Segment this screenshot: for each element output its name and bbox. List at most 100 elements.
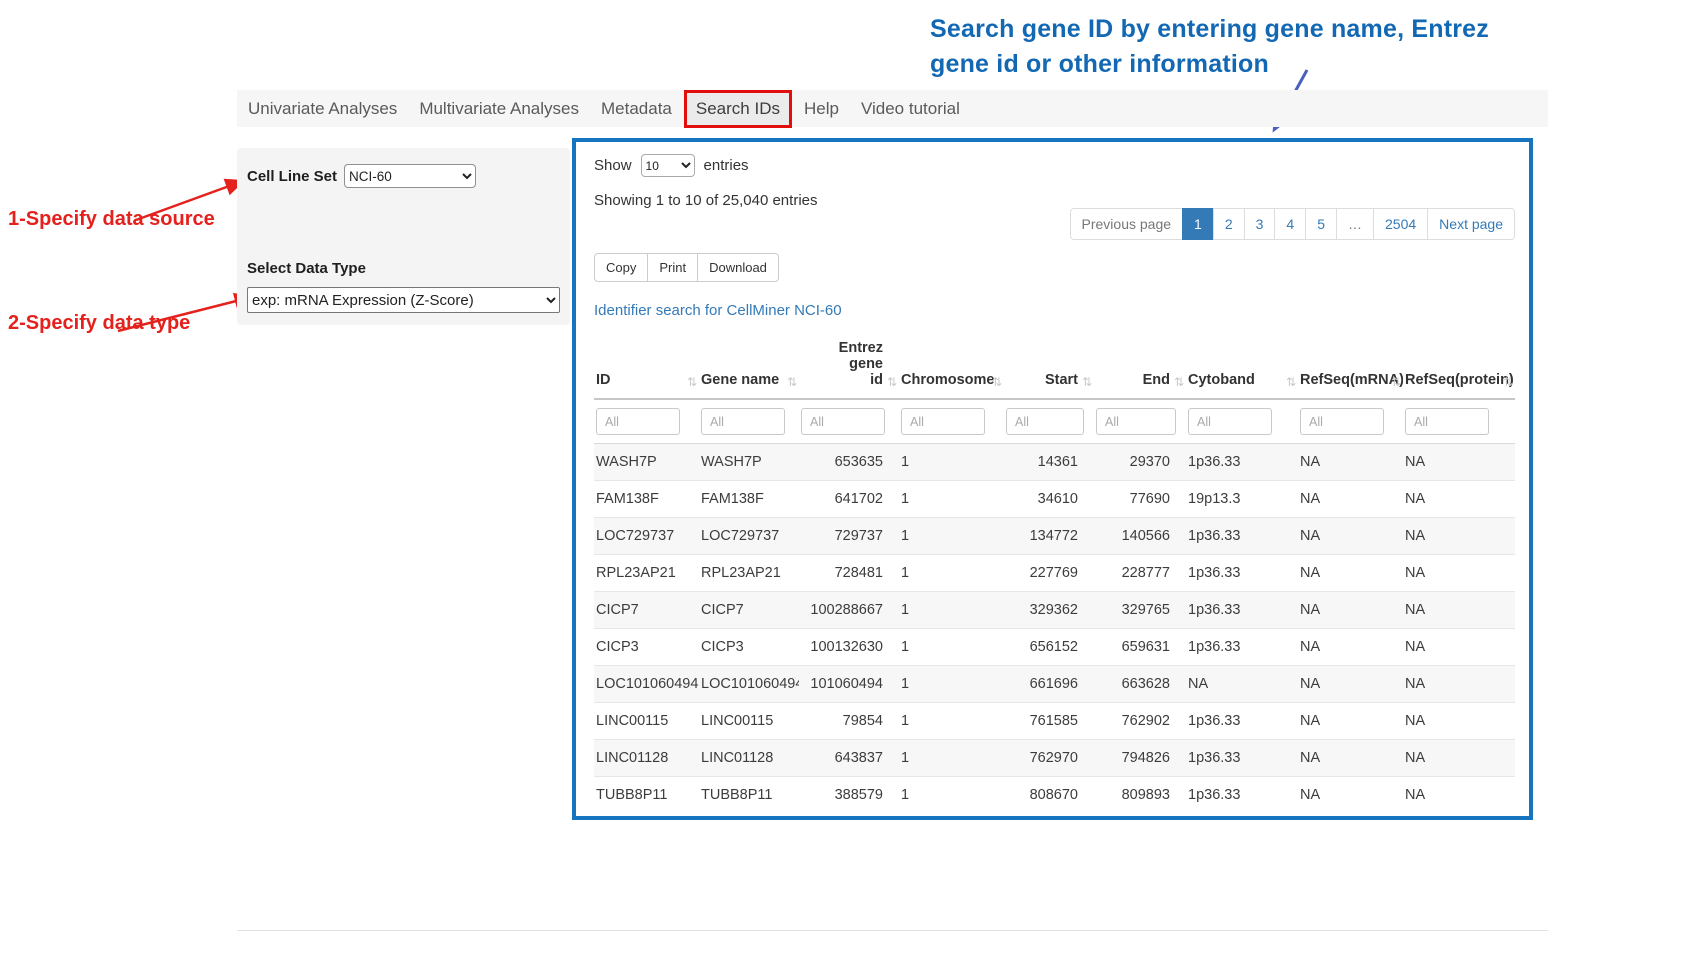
column-header-cytoband[interactable]: Cytoband⇅ [1186,334,1298,399]
copy-button[interactable]: Copy [594,253,648,282]
sort-icon[interactable]: ⇅ [1503,375,1513,389]
column-header-id[interactable]: ID⇅ [594,334,699,399]
filter-input-chromosome[interactable] [901,408,985,435]
cell-line-set-label: Cell Line Set [247,168,337,185]
cell-refseq-protein: NA [1403,629,1515,666]
table-row: RPL23AP21RPL23AP2172848112277692287771p3… [594,555,1515,592]
cell-gene-name: TUBB8P11 [699,777,799,814]
pagination: Previous page12345…2504Next page [1070,208,1515,240]
column-header-refseq-protein[interactable]: RefSeq(protein)⇅ [1403,334,1515,399]
page-button-3[interactable]: 3 [1244,208,1276,240]
filter-input-gene-name[interactable] [701,408,785,435]
annotation-step1: 1-Specify data source [8,208,215,231]
cell-gene-name: LINC01128 [699,740,799,777]
column-header-start[interactable]: Start⇅ [1004,334,1094,399]
filter-input-entrez-gene-id[interactable] [801,408,885,435]
nav-item-univariate-analyses[interactable]: Univariate Analyses [237,91,408,127]
table-row: LOC101060494LOC1010604941010604941661696… [594,666,1515,703]
cell-entrez-gene-id: 100132630 [799,629,899,666]
page-button-1[interactable]: 1 [1182,208,1214,240]
page-button-2504[interactable]: 2504 [1373,208,1428,240]
navbar: Univariate AnalysesMultivariate Analyses… [237,90,1548,127]
page-button-5[interactable]: 5 [1305,208,1337,240]
cell-start: 761585 [1004,703,1094,740]
sort-icon[interactable]: ⇅ [1286,375,1296,389]
cell-cytoband: 1p36.33 [1186,592,1298,629]
cell-end: 663628 [1094,666,1186,703]
nav-item-video-tutorial[interactable]: Video tutorial [850,91,971,127]
cell-refseq-protein: NA [1403,481,1515,518]
sort-icon[interactable]: ⇅ [992,375,1002,389]
cell-entrez-gene-id: 100288667 [799,592,899,629]
cell-id: WASH7P [594,444,699,481]
cell-entrez-gene-id: 101060494 [799,666,899,703]
column-header-gene-name[interactable]: Gene name⇅ [699,334,799,399]
sort-icon[interactable]: ⇅ [687,375,697,389]
annotation-search-note-line1: Search gene ID by entering gene name, En… [930,12,1489,47]
page-button-4[interactable]: 4 [1274,208,1306,240]
cell-end: 659631 [1094,629,1186,666]
cell-end: 228777 [1094,555,1186,592]
cell-end: 809893 [1094,777,1186,814]
cell-entrez-gene-id: 643837 [799,740,899,777]
gene-table-header-row: ID⇅Gene name⇅Entrez gene id⇅Chromosome⇅S… [594,334,1515,399]
print-button[interactable]: Print [647,253,698,282]
table-row: CICP7CICP710028866713293623297651p36.33N… [594,592,1515,629]
filter-input-cytoband[interactable] [1188,408,1272,435]
table-row: LINC01128LINC0112864383717629707948261p3… [594,740,1515,777]
pagination-ellipsis: … [1336,208,1374,240]
filter-input-refseq-mrna[interactable] [1300,408,1384,435]
showing-entries-text: Showing 1 to 10 of 25,040 entries [594,192,1511,209]
filter-input-id[interactable] [596,408,680,435]
cell-gene-name: RPL23AP21 [699,555,799,592]
annotation-step2: 2-Specify data type [8,312,190,335]
cell-id: LOC101060494 [594,666,699,703]
identifier-search-link[interactable]: Identifier search for CellMiner NCI-60 [594,302,842,319]
cell-gene-name: FAM138F [699,481,799,518]
filter-cell-entrez-gene-id [799,399,899,444]
download-button[interactable]: Download [697,253,779,282]
column-header-end[interactable]: End⇅ [1094,334,1186,399]
nav-item-search-ids[interactable]: Search IDs [684,90,792,128]
nav-item-metadata[interactable]: Metadata [590,91,683,127]
filter-input-start[interactable] [1006,408,1084,435]
filter-cell-refseq-protein [1403,399,1515,444]
nav-item-help[interactable]: Help [793,91,850,127]
filter-cell-end [1094,399,1186,444]
cell-refseq-mrna: NA [1298,444,1403,481]
sort-icon[interactable]: ⇅ [787,375,797,389]
cell-chromosome: 1 [899,444,1004,481]
cell-line-set-select[interactable]: NCI-60 [344,164,476,188]
previous-page-button[interactable]: Previous page [1070,208,1184,240]
data-type-label: Select Data Type [247,260,560,277]
sort-icon[interactable]: ⇅ [887,375,897,389]
cell-start: 329362 [1004,592,1094,629]
sort-icon[interactable]: ⇅ [1391,375,1401,389]
cell-chromosome: 1 [899,666,1004,703]
sort-icon[interactable]: ⇅ [1082,375,1092,389]
page-size-select[interactable]: 10 [641,154,695,177]
next-page-button[interactable]: Next page [1427,208,1515,240]
column-header-chromosome[interactable]: Chromosome⇅ [899,334,1004,399]
cell-id: LOC729737 [594,518,699,555]
filter-input-end[interactable] [1096,408,1176,435]
cell-line-set-row: Cell Line Set NCI-60 [247,164,560,188]
cell-refseq-protein: NA [1403,555,1515,592]
cell-id: RPL23AP21 [594,555,699,592]
entries-label: entries [704,157,749,174]
nav-item-multivariate-analyses[interactable]: Multivariate Analyses [408,91,590,127]
cell-gene-name: WASH7P [699,444,799,481]
cell-refseq-mrna: NA [1298,518,1403,555]
sort-icon[interactable]: ⇅ [1174,375,1184,389]
filter-input-refseq-protein[interactable] [1405,408,1489,435]
cell-refseq-mrna: NA [1298,740,1403,777]
cell-refseq-protein: NA [1403,444,1515,481]
table-row: FAM138FFAM138F6417021346107769019p13.3NA… [594,481,1515,518]
cell-gene-name: CICP7 [699,592,799,629]
cell-gene-name: LINC00115 [699,703,799,740]
column-header-entrez-gene-id[interactable]: Entrez gene id⇅ [799,334,899,399]
page-button-2[interactable]: 2 [1213,208,1245,240]
cell-chromosome: 1 [899,777,1004,814]
column-header-refseq-mrna[interactable]: RefSeq(mRNA)⇅ [1298,334,1403,399]
data-type-select[interactable]: exp: mRNA Expression (Z-Score) [247,287,560,313]
